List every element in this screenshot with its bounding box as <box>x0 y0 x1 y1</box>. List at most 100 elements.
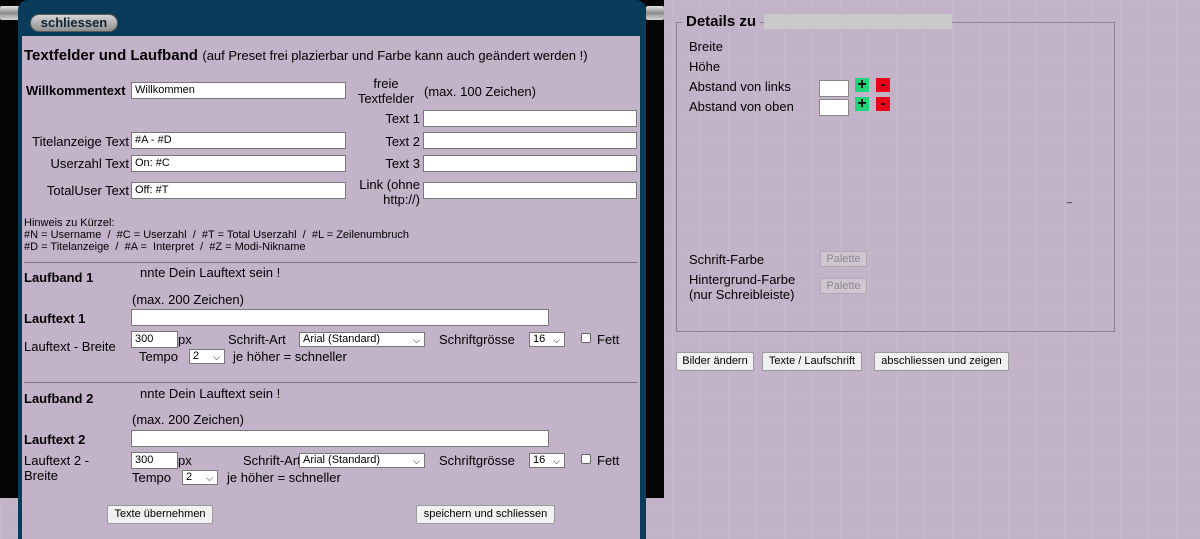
left-increase-icon[interactable]: + <box>855 77 869 93</box>
welcome-input[interactable]: Willkommen <box>131 82 346 99</box>
bg-color-sublabel: (nur Schreibleiste) <box>689 287 795 302</box>
lauftext1-bold-label: Fett <box>597 332 620 347</box>
lauftext2-size-select[interactable]: 16 ⌵ <box>529 453 565 468</box>
apply-texts-button[interactable]: Texte übernehmen <box>107 505 213 524</box>
bg-color-palette-button[interactable]: Palette <box>820 278 867 294</box>
totaluser-input[interactable]: Off: #T <box>131 182 346 199</box>
font-color-palette-button[interactable]: Palette <box>820 251 867 267</box>
lauftext1-font-value: Arial (Standard) <box>303 333 381 345</box>
details-target-name <box>764 14 952 29</box>
bg-color-label: Hintergrund-Farbe <box>689 272 796 287</box>
hint-title: Hinweis zu Kürzel: <box>24 217 115 229</box>
change-images-button[interactable]: Bilder ändern <box>676 352 754 371</box>
laufband2-heading: Laufband 2 <box>24 391 94 406</box>
lauftext1-tempo-label: Tempo <box>139 349 179 364</box>
lauftext2-size-value: 16 <box>533 454 546 466</box>
chevron-down-icon: ⌵ <box>553 335 560 345</box>
lauftext1-size-value: 16 <box>533 333 546 345</box>
lauftext1-size-select[interactable]: 16 ⌵ <box>529 332 565 347</box>
lauftext2-width-label-1: Lauftext 2 - <box>24 453 90 468</box>
text1-input[interactable] <box>423 110 637 127</box>
free-fields-label: freie Textfelder <box>357 76 415 106</box>
lauftext1-width-label: Lauftext - Breite <box>24 339 116 354</box>
font-color-label: Schrift-Farbe <box>689 252 765 267</box>
divider-1 <box>24 262 638 263</box>
lauftext1-tempo-value: 2 <box>193 350 200 362</box>
lauftext2-bold-checkbox[interactable] <box>581 454 591 464</box>
text2-label: Text 2 <box>385 134 420 149</box>
lauftext2-tempo-label: Tempo <box>132 470 172 485</box>
lauftext1-bold-checkbox[interactable] <box>581 333 591 343</box>
scroll-bar-left <box>0 6 20 20</box>
panel-title: Textfelder und Laufband (auf Preset frei… <box>24 47 588 65</box>
lauftext1-font-select[interactable]: Arial (Standard) ⌵ <box>299 332 425 347</box>
laufband1-heading: Laufband 1 <box>24 270 94 285</box>
lauftext1-font-label: Schrift-Art <box>228 332 286 347</box>
lauftext2-tempo-note: je höher = schneller <box>227 470 341 485</box>
close-button[interactable]: schliessen <box>30 14 118 32</box>
details-width-label: Breite <box>689 39 723 54</box>
texts-marquee-button[interactable]: Texte / Laufschrift <box>762 352 862 371</box>
details-title: Details zu <box>686 13 757 30</box>
lauftext2-font-value: Arial (Standard) <box>303 454 381 466</box>
lauftext2-size-label: Schriftgrösse <box>439 453 515 468</box>
details-height-label: Höhe <box>689 59 721 74</box>
usercount-label: Userzahl Text <box>50 156 129 171</box>
chevron-down-icon: ⌵ <box>206 473 213 483</box>
text2-input[interactable] <box>423 132 637 149</box>
title-subtitle: (auf Preset frei plazierbar und Farbe ka… <box>202 48 588 63</box>
chevron-down-icon: ⌵ <box>213 352 220 362</box>
laufband2-max-note: (max. 200 Zeichen) <box>132 412 244 427</box>
scroll-bar-right <box>646 6 664 20</box>
laufband2-preview: nnte Dein Lauftext sein ! <box>140 386 281 401</box>
details-left-label: Abstand von links <box>689 79 791 94</box>
lauftext2-label: Lauftext 2 <box>24 432 86 447</box>
lauftext2-input[interactable] <box>131 430 549 447</box>
usercount-input[interactable]: On: #C <box>131 155 346 172</box>
lauftext1-size-label: Schriftgrösse <box>439 332 515 347</box>
text1-label: Text 1 <box>385 111 420 126</box>
text3-input[interactable] <box>423 155 637 172</box>
hint-line-1: #N = Username / #C = Userzahl / #T = Tot… <box>24 229 409 241</box>
link-label: Link (ohne http://) <box>359 177 420 207</box>
chevron-down-icon: ⌵ <box>413 335 420 345</box>
lauftext2-width-input[interactable]: 300 <box>131 452 178 469</box>
details-legend: Details zu <box>682 12 761 32</box>
title-text: Textfelder und Laufband <box>24 47 198 64</box>
title-text-input[interactable]: #A - #D <box>131 132 346 149</box>
chevron-down-icon: ⌵ <box>553 456 560 466</box>
lauftext2-bold-label: Fett <box>597 453 620 468</box>
hint-line-2: #D = Titelanzeige / #A = Interpret / #Z … <box>24 241 306 253</box>
lauftext2-font-select[interactable]: Arial (Standard) ⌵ <box>299 453 425 468</box>
lauftext2-tempo-select[interactable]: 2 ⌵ <box>182 470 218 485</box>
divider-2 <box>24 382 638 383</box>
lauftext1-label: Lauftext 1 <box>24 311 86 326</box>
lauftext1-tempo-select[interactable]: 2 ⌵ <box>189 349 225 364</box>
welcome-label: Willkommentext <box>26 83 126 98</box>
title-text-label: Titelanzeige Text <box>32 134 129 149</box>
lauftext2-font-label: Schrift-Art <box>243 453 301 468</box>
lauftext1-input[interactable] <box>131 309 549 326</box>
free-fields-note: (max. 100 Zeichen) <box>424 84 536 99</box>
top-offset-input[interactable] <box>819 99 849 116</box>
lauftext1-width-input[interactable]: 300 <box>131 331 178 348</box>
lauftext2-width-label-2: Breite <box>24 468 58 483</box>
laufband1-max-note: (max. 200 Zeichen) <box>132 292 244 307</box>
left-offset-input[interactable] <box>819 80 849 97</box>
lauftext1-tempo-note: je höher = schneller <box>233 349 347 364</box>
link-input[interactable] <box>423 182 637 199</box>
details-top-label: Abstand von oben <box>689 99 794 114</box>
lauftext1-width-unit: px <box>178 332 192 347</box>
top-increase-icon[interactable]: + <box>855 96 869 112</box>
save-and-close-button[interactable]: speichern und schliessen <box>416 505 555 524</box>
laufband1-preview: nnte Dein Lauftext sein ! <box>140 265 281 280</box>
text3-label: Text 3 <box>385 156 420 171</box>
lauftext2-tempo-value: 2 <box>186 471 193 483</box>
chevron-down-icon: ⌵ <box>413 456 420 466</box>
left-decrease-icon[interactable]: - <box>876 77 890 92</box>
top-decrease-icon[interactable]: - <box>876 96 890 111</box>
finish-and-show-button[interactable]: abschliessen und zeigen <box>874 352 1009 371</box>
details-dash: – <box>1067 197 1073 207</box>
lauftext2-width-unit: px <box>178 453 192 468</box>
totaluser-label: TotalUser Text <box>46 183 129 198</box>
